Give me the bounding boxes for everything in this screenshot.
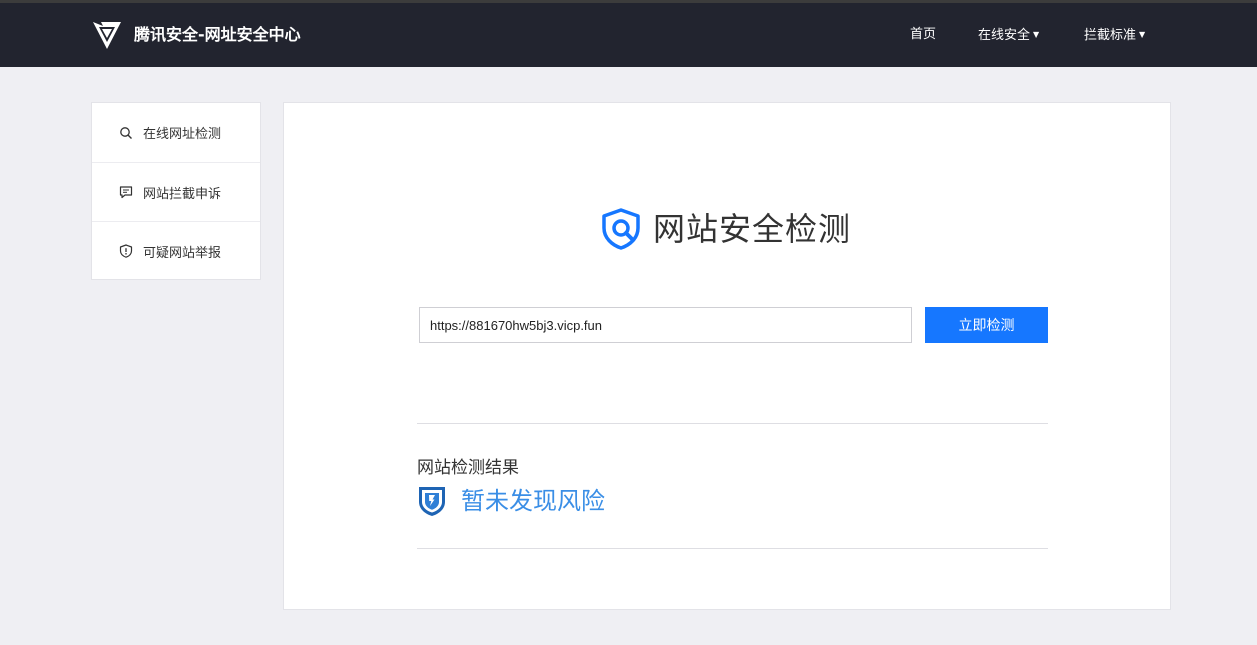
nav-online-security[interactable]: 在线安全 ▼ [978, 26, 1039, 45]
nav-home[interactable]: 首页 [910, 26, 936, 44]
message-icon [119, 186, 133, 199]
nav-block-standard[interactable]: 拦截标准 ▼ [1084, 26, 1145, 45]
safe-shield-icon [419, 487, 445, 516]
check-now-button[interactable]: 立即检测 [925, 307, 1048, 343]
sidebar-menu: 在线网址检测 网站拦截申诉 可疑网站举报 [91, 102, 261, 280]
sidebar-item-report[interactable]: 可疑网站举报 [92, 221, 260, 280]
divider [417, 423, 1048, 424]
sidebar-item-appeal[interactable]: 网站拦截申诉 [92, 162, 260, 221]
nav-online-security-label: 在线安全 [978, 28, 1031, 43]
site-title[interactable]: 腾讯安全-网址安全中心 [134, 24, 301, 46]
main-panel: 网站安全检测 立即检测 网站检测结果 暂未发现风险 [283, 102, 1171, 610]
result-label: 网站检测结果 [417, 458, 519, 478]
search-icon [120, 126, 132, 139]
shield-search-icon [602, 208, 640, 250]
shield-alert-icon [119, 244, 133, 258]
sidebar-item-label: 在线网址检测 [143, 127, 222, 142]
sidebar-item-label: 可疑网站举报 [143, 245, 222, 261]
nav-block-standard-label: 拦截标准 [1084, 28, 1137, 43]
nav-home-label: 首页 [910, 27, 937, 42]
sidebar-item-label: 网站拦截申诉 [143, 186, 222, 202]
page-title: 网站安全检测 [653, 210, 852, 248]
divider [417, 548, 1048, 549]
caret-down-icon: ▼ [1139, 30, 1146, 39]
tencent-security-logo-icon[interactable] [90, 18, 124, 52]
caret-down-icon: ▼ [1033, 30, 1040, 39]
result-text: 暂未发现风险 [461, 487, 605, 515]
result-status: 暂未发现风险 [417, 485, 605, 517]
check-title-group: 网站安全检测 [599, 207, 851, 251]
sidebar-item-url-check[interactable]: 在线网址检测 [92, 103, 260, 162]
url-input[interactable] [419, 307, 912, 343]
top-header: 腾讯安全-网址安全中心 首页 在线安全 ▼ 拦截标准 ▼ [0, 3, 1257, 67]
